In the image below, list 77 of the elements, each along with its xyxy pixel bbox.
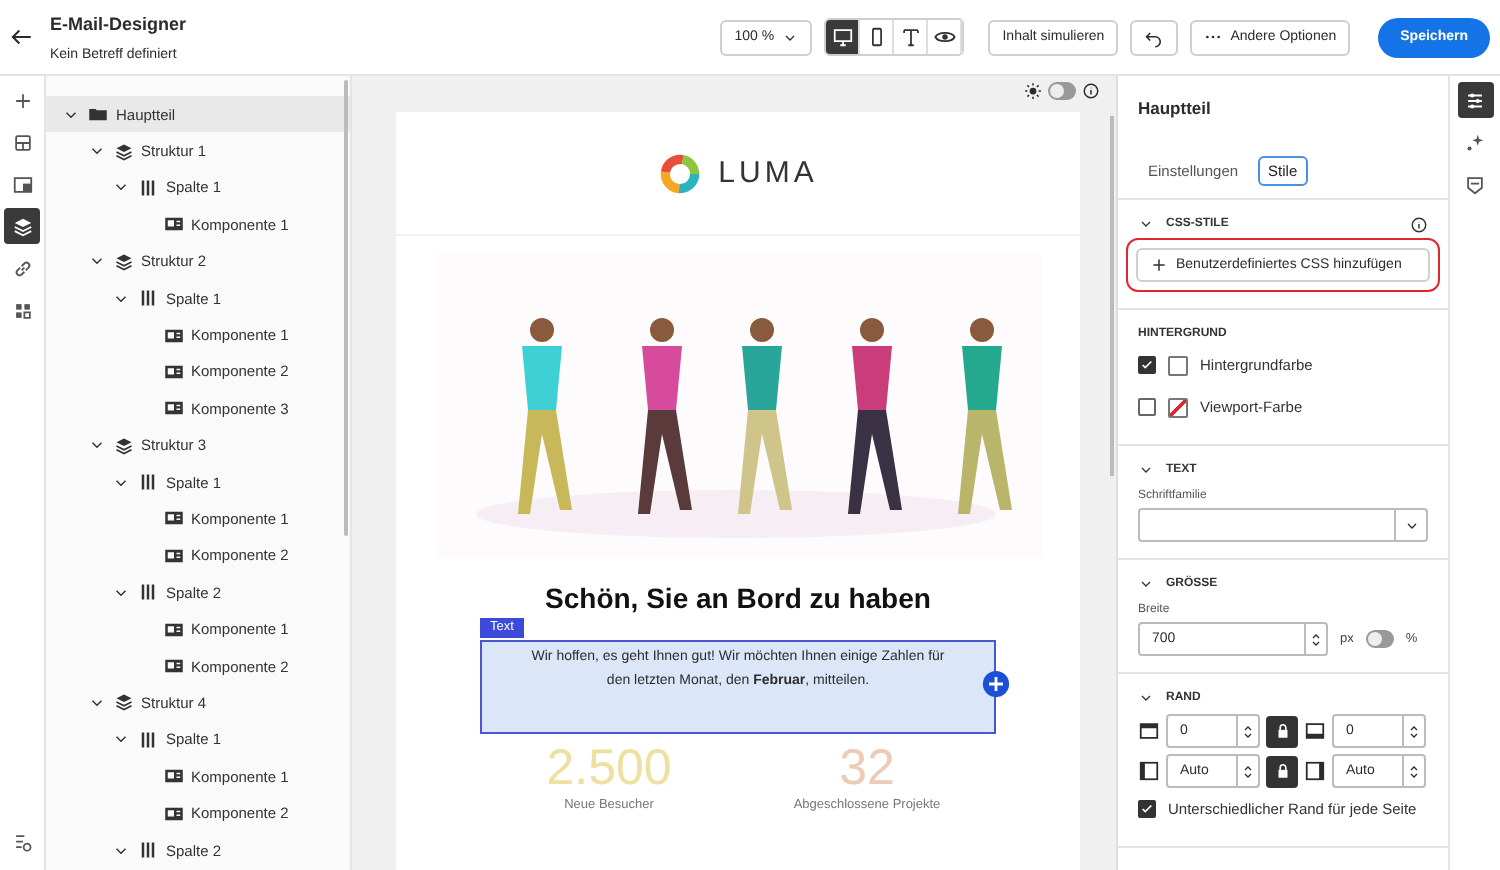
image-icon xyxy=(163,619,183,640)
email-heading: Schön, Sie an Bord zu haben xyxy=(545,582,931,614)
stepper-icon[interactable] xyxy=(1240,721,1256,741)
scrollbar[interactable] xyxy=(344,80,348,536)
panel-title: Hauptteil xyxy=(1136,96,1213,122)
columns-icon xyxy=(138,288,158,309)
image-icon xyxy=(163,508,183,529)
chevron-icon[interactable] xyxy=(1138,462,1154,478)
lock-icon xyxy=(1273,762,1291,780)
layers-icon xyxy=(113,435,133,456)
columns-icon xyxy=(138,729,158,750)
layers-icon[interactable] xyxy=(11,215,33,237)
folder-icon xyxy=(88,104,108,125)
info-icon[interactable] xyxy=(1082,82,1100,100)
window-title: E-Mail-Designer xyxy=(50,13,187,33)
chevron-icon[interactable] xyxy=(1138,576,1154,592)
layers-icon xyxy=(113,692,133,713)
check-icon xyxy=(1140,358,1154,372)
badge-icon[interactable] xyxy=(1464,173,1486,195)
stepper-icon[interactable] xyxy=(1240,761,1256,781)
image-icon xyxy=(163,803,183,824)
lock-icon xyxy=(1273,722,1291,740)
desktop-view-button[interactable] xyxy=(831,26,854,48)
chevron-icon[interactable] xyxy=(1138,690,1154,706)
logo-text: LUMA xyxy=(718,156,818,190)
sliders-icon[interactable] xyxy=(1464,89,1486,111)
check-icon xyxy=(1140,802,1154,816)
sparkle-icon[interactable] xyxy=(1464,131,1486,153)
checkbox[interactable] xyxy=(1138,398,1156,416)
stepper-icon[interactable] xyxy=(1406,761,1422,781)
theme-toggle[interactable] xyxy=(1048,82,1076,100)
logo-icon xyxy=(658,151,703,195)
stat-number: 32 xyxy=(839,738,895,798)
border-left-icon xyxy=(1138,760,1160,782)
scrollbar[interactable] xyxy=(1110,116,1114,476)
border-right-icon xyxy=(1304,760,1326,782)
border-bottom-icon xyxy=(1304,720,1326,742)
image-icon xyxy=(163,398,183,419)
checkbox[interactable] xyxy=(1138,356,1156,374)
image-icon xyxy=(163,656,183,677)
stepper-icon[interactable] xyxy=(1406,721,1422,741)
info-icon[interactable] xyxy=(1410,215,1428,233)
columns-icon xyxy=(138,582,158,603)
columns-icon xyxy=(138,472,158,493)
image-icon xyxy=(163,325,183,346)
color-swatch[interactable] xyxy=(1168,397,1188,417)
grid-icon[interactable] xyxy=(11,299,33,321)
sun-icon xyxy=(1024,82,1042,100)
image-icon xyxy=(163,361,183,382)
link-icon[interactable] xyxy=(11,257,33,279)
layers-icon xyxy=(113,141,133,162)
add-icon[interactable] xyxy=(11,89,33,111)
lock-button[interactable] xyxy=(1266,715,1298,747)
layout-icon[interactable] xyxy=(11,131,33,153)
add-icon xyxy=(1150,256,1168,274)
text-view-button[interactable] xyxy=(899,26,922,48)
columns-icon xyxy=(138,177,158,198)
add-icon[interactable] xyxy=(982,670,1010,698)
image-icon xyxy=(163,214,183,235)
layers-icon xyxy=(113,251,133,272)
back-icon[interactable] xyxy=(8,24,34,50)
unit-toggle[interactable] xyxy=(1365,630,1394,648)
chevron-icon[interactable] xyxy=(1138,216,1154,232)
image-icon[interactable] xyxy=(11,173,33,195)
checkbox[interactable] xyxy=(1138,800,1156,818)
lock-button[interactable] xyxy=(1266,755,1298,787)
image-icon xyxy=(163,766,183,787)
color-swatch[interactable] xyxy=(1168,355,1188,375)
image-icon xyxy=(163,545,183,566)
undo-icon xyxy=(1144,27,1165,47)
stepper-icon[interactable] xyxy=(1308,629,1324,649)
undo-button[interactable] xyxy=(1130,19,1179,55)
list-settings-icon[interactable] xyxy=(11,831,33,853)
columns-icon xyxy=(138,840,158,860)
border-top-icon xyxy=(1138,720,1160,742)
stat-number: 2.500 xyxy=(546,738,672,798)
eye-view-button[interactable] xyxy=(933,26,956,48)
